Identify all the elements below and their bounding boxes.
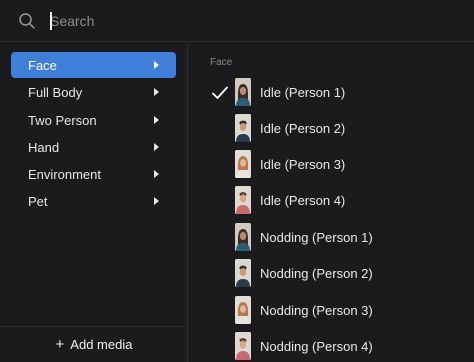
list-item[interactable]: Idle (Person 2) xyxy=(189,113,474,145)
list-item-label: Idle (Person 2) xyxy=(260,121,346,136)
sidebar-item-hand[interactable]: Hand xyxy=(11,134,176,160)
list-item[interactable]: Nodding (Person 1) xyxy=(189,222,474,254)
section-label: Face xyxy=(210,57,233,68)
sidebar-item-label: Face xyxy=(28,57,57,73)
list-item[interactable]: Idle (Person 3) xyxy=(189,149,474,181)
list-item-label: Nodding (Person 1) xyxy=(260,230,373,245)
list-item-label: Idle (Person 4) xyxy=(260,193,346,208)
list-item[interactable]: Nodding (Person 2) xyxy=(189,258,474,290)
chevron-right-icon xyxy=(154,143,159,151)
add-media-label: Add media xyxy=(70,336,133,352)
list-item-label: Nodding (Person 3) xyxy=(260,303,373,318)
person-1-thumbnail xyxy=(235,223,251,251)
person-3-thumbnail xyxy=(235,296,251,324)
person-4-thumbnail xyxy=(235,332,251,360)
text-cursor xyxy=(50,12,52,30)
person-2-thumbnail xyxy=(235,114,251,142)
list-item-label: Idle (Person 3) xyxy=(260,157,346,172)
list-item[interactable]: Nodding (Person 4) xyxy=(189,331,474,362)
category-sidebar: Face Full Body Two Person Hand Environme… xyxy=(0,43,188,362)
person-2-thumbnail xyxy=(235,259,251,287)
list-item[interactable]: Idle (Person 4) xyxy=(189,185,474,217)
person-1-thumbnail xyxy=(235,78,251,106)
list-item[interactable]: Nodding (Person 3) xyxy=(189,295,474,327)
chevron-right-icon xyxy=(154,197,159,205)
sidebar-item-two-person[interactable]: Two Person xyxy=(11,107,176,133)
checkmark-icon xyxy=(212,86,228,99)
chevron-right-icon xyxy=(154,170,159,178)
list-item-label: Nodding (Person 4) xyxy=(260,339,373,354)
sidebar-item-full-body[interactable]: Full Body xyxy=(11,79,176,105)
list-item-label: Nodding (Person 2) xyxy=(260,266,373,281)
sidebar-item-label: Hand xyxy=(28,139,60,155)
search-bar xyxy=(0,0,474,42)
person-3-thumbnail xyxy=(235,150,251,178)
sidebar-item-environment[interactable]: Environment xyxy=(11,161,176,187)
search-input[interactable] xyxy=(50,10,450,32)
person-4-thumbnail xyxy=(235,186,251,214)
search-icon xyxy=(19,13,35,29)
list-item-label: Idle (Person 1) xyxy=(260,85,346,100)
chevron-right-icon xyxy=(154,88,159,96)
sidebar-item-label: Full Body xyxy=(28,84,83,100)
chevron-right-icon xyxy=(154,116,159,124)
add-media-button[interactable]: + Add media xyxy=(0,334,188,354)
chevron-right-icon xyxy=(154,61,159,69)
sidebar-item-label: Pet xyxy=(28,193,48,209)
media-list: Face Idle (Person 1) Idle (Person 2) Idl… xyxy=(189,43,474,362)
sidebar-item-pet[interactable]: Pet xyxy=(11,188,176,214)
sidebar-item-label: Environment xyxy=(28,166,101,182)
sidebar-item-label: Two Person xyxy=(28,112,97,128)
list-item[interactable]: Idle (Person 1) xyxy=(189,77,474,109)
plus-icon: + xyxy=(55,335,65,353)
sidebar-item-face[interactable]: Face xyxy=(11,52,176,78)
divider xyxy=(0,326,188,327)
